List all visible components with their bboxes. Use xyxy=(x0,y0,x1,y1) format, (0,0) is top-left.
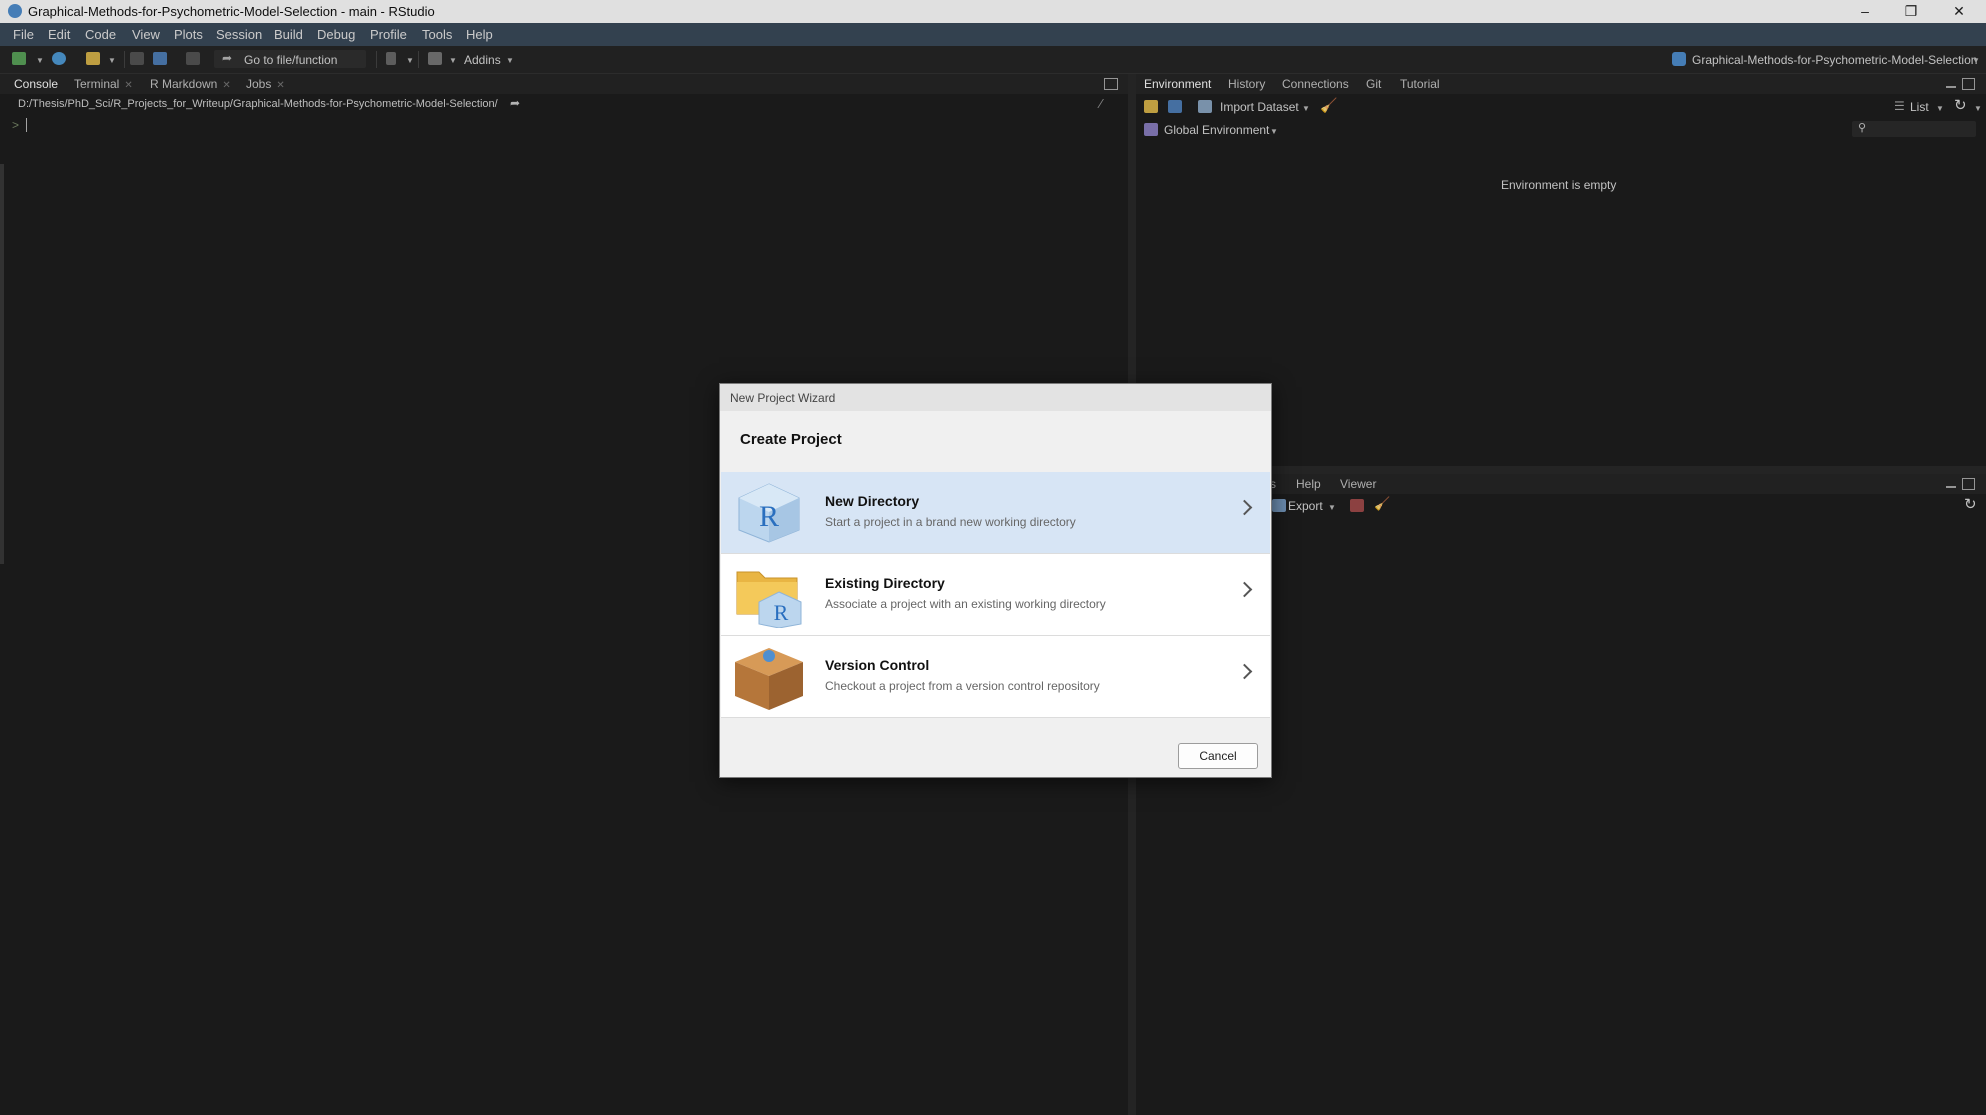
dialog-header: Create Project xyxy=(740,431,842,448)
option-description: Associate a project with an existing wor… xyxy=(825,597,1106,611)
option-description: Start a project in a brand new working d… xyxy=(825,515,1076,529)
r-cube-icon: R xyxy=(738,483,800,543)
svg-text:R: R xyxy=(759,500,779,533)
option-existing-directory[interactable]: R Existing Directory Associate a project… xyxy=(721,554,1270,636)
option-name: Existing Directory xyxy=(825,575,945,591)
option-description: Checkout a project from a version contro… xyxy=(825,679,1100,693)
chevron-right-icon xyxy=(1236,663,1253,680)
folder-r-icon: R xyxy=(736,571,802,628)
chevron-right-icon xyxy=(1236,499,1253,516)
dialog-window-title: New Project Wizard xyxy=(730,391,836,405)
svg-text:R: R xyxy=(774,600,789,625)
option-new-directory[interactable]: R New Directory Start a project in a bra… xyxy=(721,472,1270,554)
package-box-icon xyxy=(735,648,803,710)
dialog-title-bar: New Project Wizard xyxy=(720,384,1271,411)
option-name: New Directory xyxy=(825,493,920,509)
new-project-wizard-dialog: New Project Wizard Create Project R New … xyxy=(719,383,1272,778)
cancel-button[interactable]: Cancel xyxy=(1178,743,1258,769)
option-name: Version Control xyxy=(825,657,930,673)
chevron-right-icon xyxy=(1236,581,1253,598)
option-version-control[interactable]: Version Control Checkout a project from … xyxy=(721,636,1270,718)
